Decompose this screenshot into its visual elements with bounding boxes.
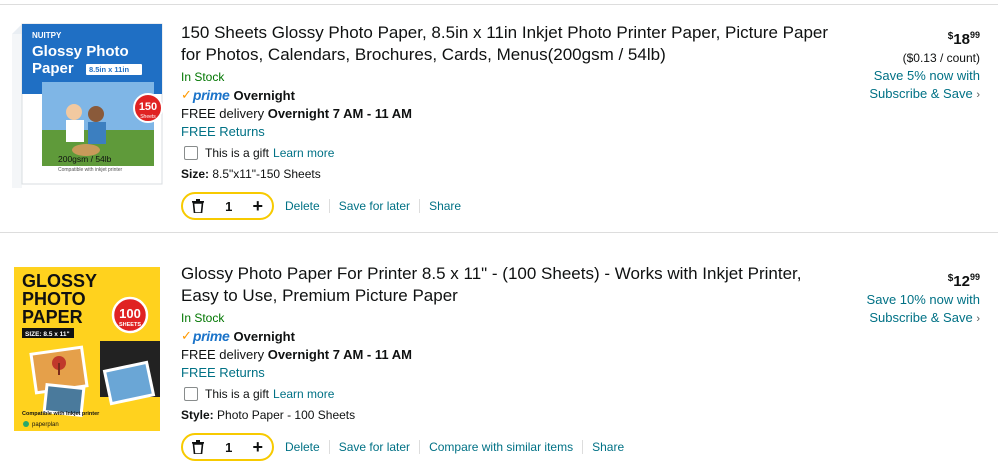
save-for-later-link[interactable]: Save for later [328, 199, 419, 213]
stock-status: In Stock [181, 311, 225, 325]
image-title-2: Paper [32, 60, 74, 77]
price-fraction: 99 [969, 272, 980, 282]
learn-more-link[interactable]: Learn more [273, 387, 334, 401]
unit-price: ($0.13 / count) [902, 51, 980, 65]
plus-icon[interactable]: + [252, 197, 263, 215]
gift-label: This is a gift [205, 146, 270, 160]
product-image[interactable]: NUITPY Glossy Photo Paper 8.5in x 11in 1… [8, 20, 164, 188]
prime-logo: prime [192, 87, 230, 103]
badge-word: Sheets [140, 114, 156, 120]
quantity-value: 1 [225, 439, 233, 455]
learn-more-link[interactable]: Learn more [273, 146, 334, 160]
free-returns-link[interactable]: FREE Returns [181, 123, 841, 141]
prime-speed: Overnight [233, 328, 295, 344]
attribute-value: Photo Paper - 100 Sheets [217, 408, 356, 422]
delivery-prefix: FREE delivery [181, 347, 268, 362]
image-title-1: GLOSSY [22, 271, 97, 291]
subscribe-save-label: Subscribe & Save [869, 310, 973, 325]
subscribe-save-label: Subscribe & Save [869, 86, 973, 101]
image-compat: Compatible with inkjet printer [58, 167, 123, 173]
attribute-label: Size: [181, 167, 210, 181]
delete-link[interactable]: Delete [274, 199, 329, 213]
price-block: $1299 Save 10% now with Subscribe & Save… [867, 268, 980, 328]
brand-text: paperplan [32, 422, 59, 428]
chevron-right-icon: › [976, 89, 980, 101]
item-attribute: Size: 8.5"x11"-150 Sheets [181, 165, 841, 183]
delivery-window: Overnight 7 AM - 11 AM [267, 347, 412, 362]
save-offer-link[interactable]: Save 10% now with [867, 291, 980, 309]
delivery-info: FREE delivery Overnight 7 AM - 11 AM [181, 346, 841, 364]
gift-checkbox[interactable] [184, 387, 198, 401]
attribute-value: 8.5"x11"-150 Sheets [212, 167, 321, 181]
image-compat: Compatible with Inkjet printer [22, 411, 100, 417]
trash-icon[interactable] [191, 439, 205, 455]
item-details: 150 Sheets Glossy Photo Paper, 8.5in x 1… [181, 22, 841, 220]
share-link[interactable]: Share [419, 199, 470, 213]
gift-option: This is a gift Learn more [181, 384, 841, 404]
save-offer-link[interactable]: Save 5% now with [869, 67, 980, 85]
item-price: $1299 [867, 268, 980, 291]
free-returns-link[interactable]: FREE Returns [181, 364, 841, 382]
image-weight: 200gsm / 54lb [58, 154, 112, 164]
product-image[interactable]: GLOSSY PHOTO PAPER SIZE: 8.5 x 11" 100 S… [14, 267, 160, 431]
delivery-info: FREE delivery Overnight 7 AM - 11 AM [181, 105, 841, 123]
delivery-prefix: FREE delivery [181, 106, 268, 121]
prime-logo: prime [192, 328, 230, 344]
stock-status: In Stock [181, 70, 225, 84]
prime-check-icon: ✓ [181, 87, 192, 102]
item-price: $1899 [869, 26, 980, 49]
save-for-later-link[interactable]: Save for later [328, 440, 419, 454]
price-whole: 18 [953, 31, 970, 48]
subscribe-save-link[interactable]: Subscribe & Save › [867, 309, 980, 328]
quantity-value: 1 [225, 198, 233, 214]
quantity-stepper: 1 + [181, 433, 274, 461]
item-actions: 1 + Delete Save for later Share [181, 192, 841, 220]
quantity-stepper: 1 + [181, 192, 274, 220]
image-size: SIZE: 8.5 x 11" [25, 331, 70, 338]
prime-badge: ✓ prime Overnight [181, 327, 841, 345]
price-fraction: 99 [969, 30, 980, 40]
chevron-right-icon: › [976, 313, 980, 325]
cart-item: GLOSSY PHOTO PAPER SIZE: 8.5 x 11" 100 S… [0, 233, 998, 465]
item-actions: 1 + Delete Save for later Compare with s… [181, 433, 841, 461]
brand-text: NUITPY [32, 31, 62, 40]
image-title-1: Glossy Photo [32, 43, 129, 60]
share-link[interactable]: Share [582, 440, 633, 454]
price-block: $1899 ($0.13 / count) Save 5% now with S… [869, 26, 980, 104]
badge-word: SHEETS [119, 322, 141, 328]
subscribe-save-link[interactable]: Subscribe & Save › [869, 85, 980, 104]
attribute-label: Style: [181, 408, 214, 422]
prime-badge: ✓ prime Overnight [181, 86, 841, 104]
delete-link[interactable]: Delete [274, 440, 329, 454]
product-title[interactable]: Glossy Photo Paper For Printer 8.5 x 11"… [181, 263, 841, 307]
prime-check-icon: ✓ [181, 328, 192, 343]
plus-icon[interactable]: + [252, 438, 263, 456]
product-title[interactable]: 150 Sheets Glossy Photo Paper, 8.5in x 1… [181, 22, 841, 66]
delivery-window: Overnight 7 AM - 11 AM [267, 106, 412, 121]
prime-speed: Overnight [233, 87, 295, 103]
gift-option: This is a gift Learn more [181, 143, 841, 163]
trash-icon[interactable] [191, 198, 205, 214]
image-size: 8.5in x 11in [89, 65, 129, 74]
gift-label: This is a gift [205, 387, 270, 401]
item-details: Glossy Photo Paper For Printer 8.5 x 11"… [181, 263, 841, 461]
badge-count: 150 [139, 101, 157, 113]
item-attribute: Style: Photo Paper - 100 Sheets [181, 406, 841, 424]
image-title-3: PAPER [22, 307, 83, 327]
gift-checkbox[interactable] [184, 146, 198, 160]
compare-similar-link[interactable]: Compare with similar items [419, 440, 582, 454]
image-title-2: PHOTO [22, 289, 86, 309]
badge-count: 100 [119, 306, 141, 321]
cart-item: NUITPY Glossy Photo Paper 8.5in x 11in 1… [0, 0, 998, 232]
price-whole: 12 [953, 273, 970, 290]
